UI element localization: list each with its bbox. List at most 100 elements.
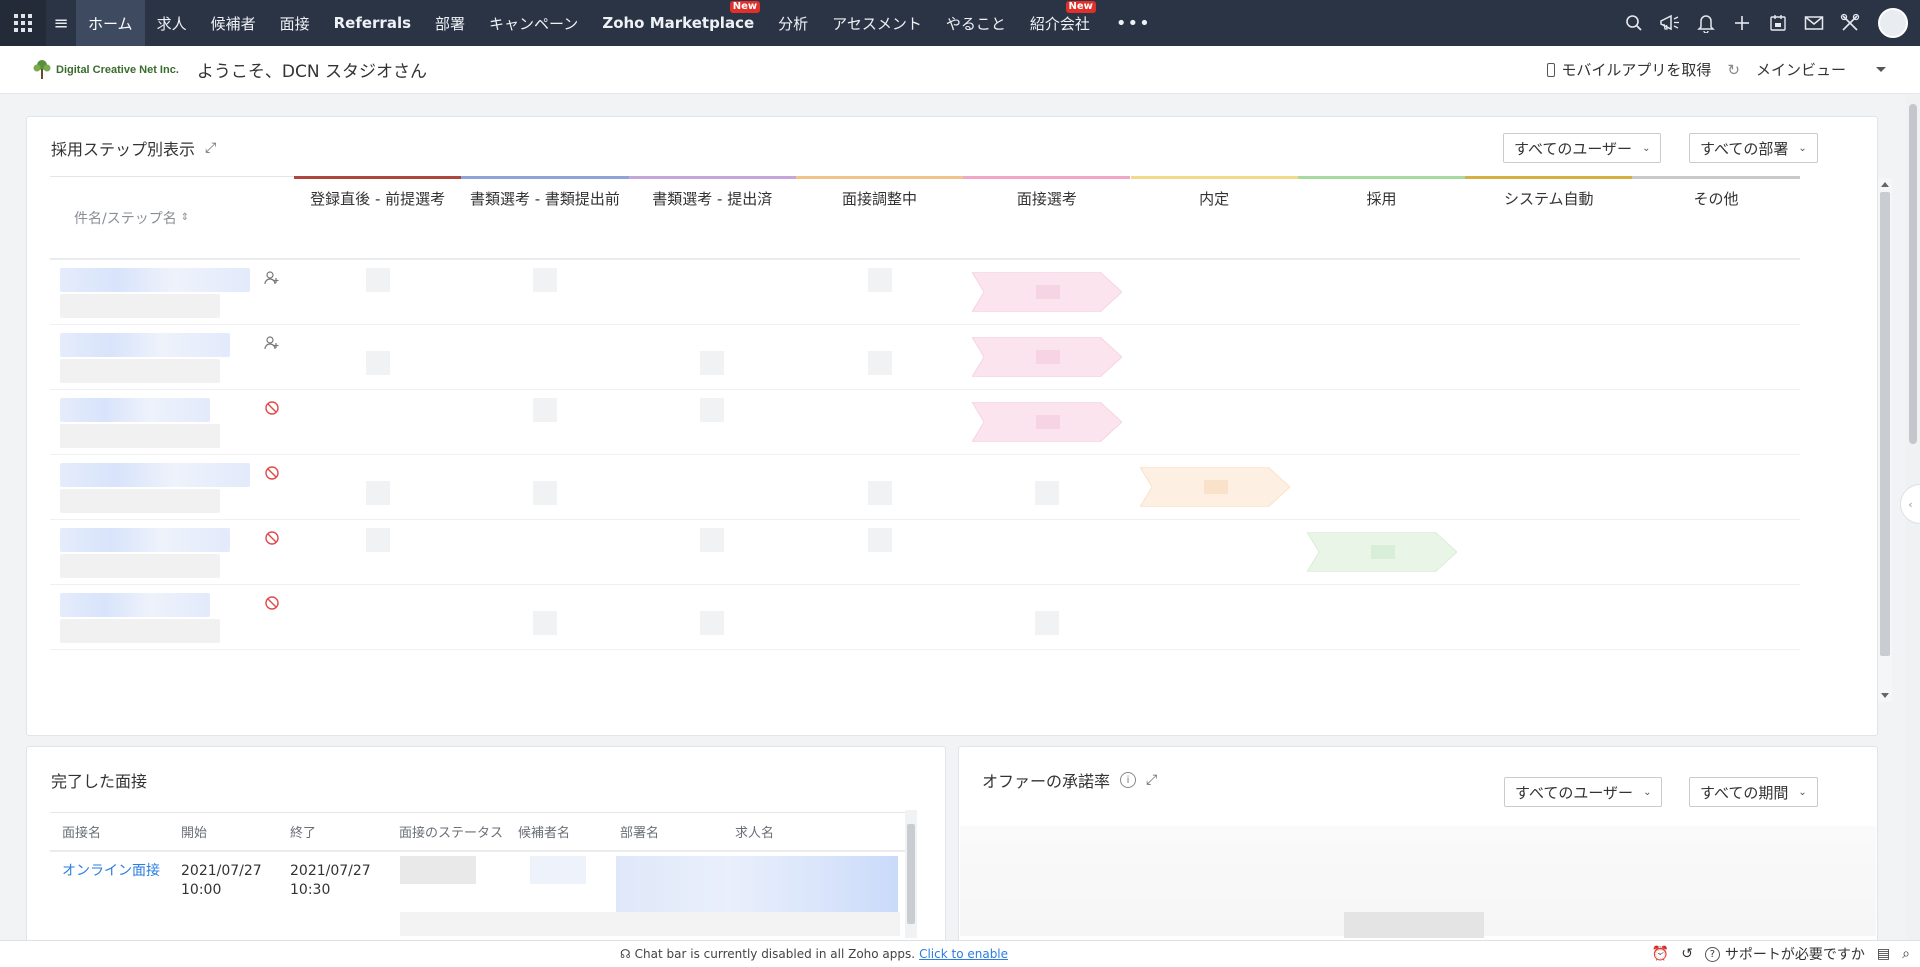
alarm-icon[interactable]: ⏰ — [1652, 946, 1669, 962]
nav-tab-9[interactable]: アセスメント — [820, 0, 934, 46]
step-header-5[interactable]: 内定 — [1130, 176, 1298, 258]
enable-chat-link[interactable]: Click to enable — [919, 947, 1008, 961]
interviews-scrollbar[interactable] — [905, 810, 917, 938]
pipeline-dept-filter[interactable]: すべての部署 ⌄ — [1689, 133, 1818, 163]
table-row[interactable] — [50, 390, 1800, 455]
step-header-7[interactable]: システム自動 — [1465, 176, 1633, 258]
blocked-icon[interactable] — [264, 465, 280, 481]
redacted-name-line — [60, 268, 250, 292]
announcement-icon[interactable] — [1652, 0, 1688, 46]
pipeline-scrollbar[interactable] — [1878, 178, 1892, 702]
table-row[interactable] — [50, 325, 1800, 390]
current-stage-arrow[interactable] — [971, 271, 1123, 313]
nav-tab-3[interactable]: 面接 — [268, 0, 322, 46]
refresh-icon[interactable]: ↻ — [1727, 61, 1740, 79]
app-launcher-button[interactable] — [0, 0, 46, 46]
notes-icon[interactable]: ▤ — [1877, 946, 1890, 962]
expand-icon[interactable]: ⤢ — [1146, 772, 1157, 788]
interviews-card-title: 完了した面接 — [51, 768, 147, 792]
offer-user-filter[interactable]: すべてのユーザー ⌄ — [1504, 777, 1663, 807]
nav-tab-6[interactable]: キャンペーン — [477, 0, 590, 46]
expand-icon[interactable]: ⤢ — [205, 140, 216, 156]
redacted-candidate-name[interactable] — [50, 455, 294, 520]
current-stage-arrow[interactable] — [971, 401, 1123, 443]
table-row[interactable] — [50, 455, 1800, 520]
offer-period-filter[interactable]: すべての期間 ⌄ — [1689, 777, 1818, 807]
step-header-3[interactable]: 面接調整中 — [795, 176, 964, 258]
redacted-candidate-name[interactable] — [50, 520, 294, 585]
page-scroll-thumb[interactable] — [1909, 104, 1917, 444]
more-tabs-button[interactable]: ••• — [1102, 13, 1165, 34]
calendar-icon[interactable] — [1760, 0, 1796, 46]
redacted-candidate-name[interactable] — [50, 325, 294, 390]
redacted-candidate-name[interactable] — [50, 260, 294, 325]
pipeline-user-filter[interactable]: すべてのユーザー ⌄ — [1503, 133, 1662, 163]
redacted-candidate-name[interactable] — [50, 585, 294, 650]
pipeline-card-title: 採用ステップ別表示 ⤢ — [51, 136, 216, 160]
interview-name-link[interactable]: オンライン面接 — [50, 862, 169, 881]
nav-tab-0[interactable]: ホーム — [76, 0, 145, 46]
nav-tab-8[interactable]: 分析 — [766, 0, 820, 46]
redacted-candidate-name[interactable] — [50, 390, 294, 455]
redacted-stage-count — [532, 611, 557, 635]
view-selector[interactable]: メインビュー — [1756, 59, 1886, 80]
table-row[interactable] — [50, 520, 1800, 585]
blocked-icon[interactable] — [264, 530, 280, 546]
scroll-down-icon[interactable] — [1881, 693, 1889, 698]
nav-tab-11[interactable]: 紹介会社 New — [1018, 0, 1102, 46]
tools-icon[interactable] — [1832, 0, 1868, 46]
column-header-3[interactable]: 面接のステータス — [387, 822, 506, 841]
hamburger-menu-icon[interactable]: ≡ — [46, 0, 76, 46]
mail-icon[interactable] — [1796, 0, 1832, 46]
nav-tab-label: アセスメント — [832, 14, 922, 33]
redacted-chart-value — [1344, 912, 1484, 938]
step-header-1[interactable]: 書類選考 - 書類提出前 — [461, 176, 629, 258]
scroll-up-icon[interactable] — [1881, 182, 1889, 187]
nav-tab-4[interactable]: Referrals — [322, 0, 423, 46]
nav-tab-5[interactable]: 部署 — [423, 0, 477, 46]
get-mobile-app-link[interactable]: モバイルアプリを取得 — [1547, 59, 1711, 80]
bell-icon[interactable] — [1688, 0, 1724, 46]
current-stage-arrow[interactable] — [1305, 531, 1458, 573]
nav-tab-10[interactable]: やること — [934, 0, 1018, 46]
column-header-0[interactable]: 面接名 — [50, 822, 169, 841]
footer-bar: ☊ Chat bar is currently disabled in all … — [0, 940, 1920, 967]
table-row[interactable] — [50, 260, 1800, 325]
add-user-icon[interactable] — [264, 335, 280, 351]
blocked-icon[interactable] — [264, 400, 280, 416]
scroll-thumb[interactable] — [1880, 192, 1890, 656]
user-avatar[interactable] — [1878, 8, 1908, 38]
column-header-2[interactable]: 終了 — [278, 822, 387, 841]
table-row[interactable] — [50, 585, 1800, 650]
step-header-2[interactable]: 書類選考 - 提出済 — [628, 176, 796, 258]
history-icon[interactable]: ↺ — [1681, 946, 1693, 962]
info-icon[interactable]: i — [1120, 772, 1137, 788]
logo-text: Digital Creative Net Inc. — [56, 63, 179, 76]
scroll-thumb[interactable] — [907, 824, 915, 924]
current-stage-arrow[interactable] — [1138, 466, 1291, 508]
search-icon[interactable]: ⌕ — [1902, 946, 1910, 962]
pipeline-table: 件名/ステップ名 ⇕ 登録直後 - 前提選考 書類選考 - 書類提出前 書類選考 -… — [50, 176, 1800, 650]
step-header-6[interactable]: 採用 — [1297, 176, 1466, 258]
side-panel-toggle[interactable]: ‹ — [1900, 484, 1920, 524]
blocked-icon[interactable] — [264, 595, 280, 611]
add-user-icon[interactable] — [264, 270, 280, 286]
nav-tab-7[interactable]: Zoho Marketplace New — [590, 0, 766, 46]
redacted-name-line — [60, 463, 250, 487]
column-header-6[interactable]: 求人名 — [723, 822, 863, 841]
step-header-0[interactable]: 登録直後 - 前提選考 — [294, 176, 462, 258]
search-icon[interactable] — [1616, 0, 1652, 46]
help-icon: ? — [1704, 946, 1720, 962]
plus-icon[interactable] — [1724, 0, 1760, 46]
column-header-5[interactable]: 部署名 — [608, 822, 723, 841]
column-header-4[interactable]: 候補者名 — [506, 822, 608, 841]
nav-tab-1[interactable]: 求人 — [145, 0, 199, 46]
column-header-1[interactable]: 開始 — [169, 822, 278, 841]
help-link[interactable]: ? サポートが必要ですか — [1704, 944, 1865, 964]
step-header-8[interactable]: その他 — [1632, 176, 1800, 258]
nav-tab-2[interactable]: 候補者 — [199, 0, 268, 46]
current-stage-arrow[interactable] — [971, 336, 1123, 378]
nav-tab-label: Zoho Marketplace — [602, 14, 755, 32]
name-column-header[interactable]: 件名/ステップ名 ⇕ — [50, 176, 294, 258]
step-header-4[interactable]: 面接選考 — [963, 176, 1131, 258]
